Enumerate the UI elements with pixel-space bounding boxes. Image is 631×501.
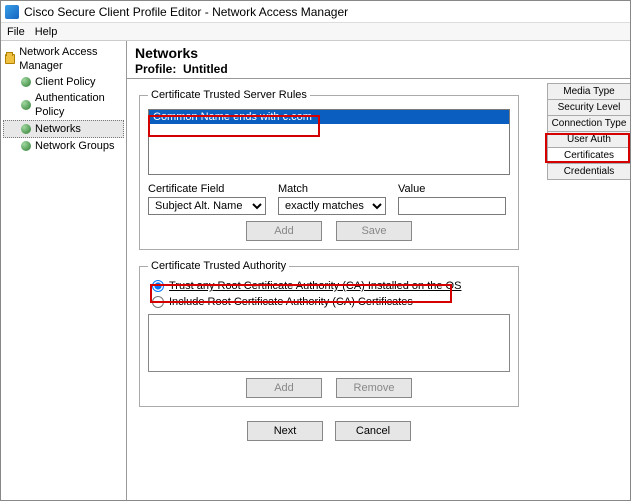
- sidebar-item-label: Client Policy: [35, 75, 96, 89]
- tab-media-type[interactable]: Media Type: [547, 83, 630, 99]
- sidebar-item-label: Authentication Policy: [35, 91, 122, 119]
- value-label: Value: [398, 183, 508, 195]
- cert-field-label: Certificate Field: [148, 183, 268, 195]
- ca-cert-list[interactable]: [148, 314, 510, 372]
- fieldset-authority: Certificate Trusted Authority Trust any …: [139, 260, 519, 407]
- radio-trust-any-input[interactable]: [152, 280, 164, 292]
- sidebar-item-client-policy[interactable]: Client Policy: [3, 74, 124, 90]
- profile-name: Untitled: [183, 62, 228, 76]
- sidebar-item-label: Network Groups: [35, 139, 114, 153]
- next-button[interactable]: Next: [247, 421, 323, 441]
- fieldset-server-rules: Certificate Trusted Server Rules Common …: [139, 89, 519, 250]
- value-input[interactable]: [398, 197, 506, 215]
- main-header: Networks Profile: Untitled: [127, 41, 630, 79]
- profile-label: Profile:: [135, 62, 176, 76]
- window-title: Cisco Secure Client Profile Editor - Net…: [24, 5, 348, 19]
- leaf-icon: [21, 77, 31, 87]
- menu-file[interactable]: File: [7, 26, 25, 38]
- radio-trust-any-label: Trust any Root Certificate Authority (CA…: [169, 280, 461, 292]
- server-rules-list[interactable]: Common Name ends with c.com: [148, 109, 510, 175]
- page-title: Networks: [135, 45, 622, 61]
- sidebar-item-auth-policy[interactable]: Authentication Policy: [3, 90, 124, 120]
- leaf-icon: [21, 141, 31, 151]
- tree-root[interactable]: Network Access Manager: [3, 44, 124, 74]
- sidebar-tree: Network Access Manager Client Policy Aut…: [1, 41, 127, 500]
- tree-root-label: Network Access Manager: [19, 45, 122, 73]
- radio-include-ca[interactable]: Include Root Certificate Authority (CA) …: [148, 294, 510, 310]
- authority-legend: Certificate Trusted Authority: [148, 260, 289, 272]
- tab-user-auth[interactable]: User Auth: [547, 131, 630, 147]
- tab-security-level[interactable]: Security Level: [547, 99, 630, 115]
- cert-field-select[interactable]: Subject Alt. Name: [148, 197, 266, 215]
- rules-save-button[interactable]: Save: [336, 221, 412, 241]
- radio-include-ca-label: Include Root Certificate Authority (CA) …: [169, 296, 413, 308]
- radio-trust-any[interactable]: Trust any Root Certificate Authority (CA…: [148, 278, 510, 294]
- server-rules-legend: Certificate Trusted Server Rules: [148, 89, 310, 101]
- server-rule-selected[interactable]: Common Name ends with c.com: [149, 110, 509, 124]
- app-icon: [5, 5, 19, 19]
- match-select[interactable]: exactly matches: [278, 197, 386, 215]
- menu-bar: File Help: [1, 23, 630, 41]
- tab-credentials[interactable]: Credentials: [547, 163, 630, 180]
- tab-certificates[interactable]: Certificates: [547, 147, 630, 163]
- leaf-icon: [21, 100, 31, 110]
- folder-icon: [5, 54, 15, 64]
- cancel-button[interactable]: Cancel: [335, 421, 411, 441]
- rules-add-button[interactable]: Add: [246, 221, 322, 241]
- right-tabs: Media Type Security Level Connection Typ…: [547, 83, 630, 180]
- authority-remove-button[interactable]: Remove: [336, 378, 412, 398]
- leaf-icon: [21, 124, 31, 134]
- match-label: Match: [278, 183, 388, 195]
- sidebar-item-label: Networks: [35, 122, 81, 136]
- tab-connection-type[interactable]: Connection Type: [547, 115, 630, 131]
- menu-help[interactable]: Help: [35, 26, 58, 38]
- title-bar: Cisco Secure Client Profile Editor - Net…: [1, 1, 630, 23]
- sidebar-item-network-groups[interactable]: Network Groups: [3, 138, 124, 154]
- authority-add-button[interactable]: Add: [246, 378, 322, 398]
- sidebar-item-networks[interactable]: Networks: [3, 120, 124, 138]
- radio-include-ca-input[interactable]: [152, 296, 164, 308]
